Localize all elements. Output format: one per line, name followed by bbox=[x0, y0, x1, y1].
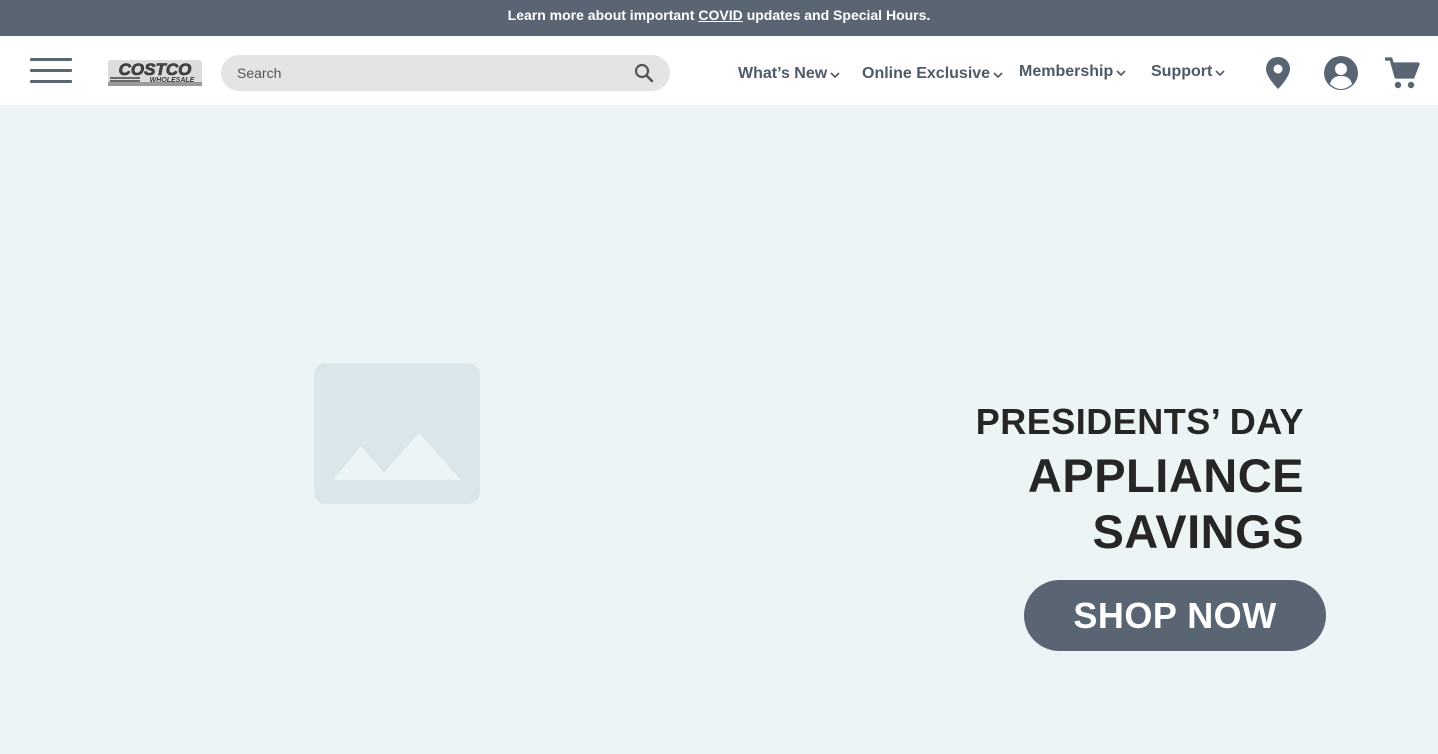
chevron-down-icon bbox=[993, 72, 1003, 79]
chevron-down-icon bbox=[1215, 70, 1225, 77]
nav-membership[interactable]: Membership bbox=[1019, 61, 1127, 83]
chevron-down-icon bbox=[1116, 70, 1126, 77]
hero-banner: PRESIDENTS’ DAY APPLIANCE SAVINGS SHOP N… bbox=[0, 105, 1438, 754]
nav-online-exclusive[interactable]: Online Exclusive bbox=[862, 63, 1004, 85]
hero-title-line-1: APPLIANCE bbox=[1027, 449, 1304, 502]
cart-icon[interactable] bbox=[1384, 56, 1420, 90]
hamburger-menu-icon[interactable] bbox=[30, 58, 72, 84]
nav-support[interactable]: Support bbox=[1151, 61, 1226, 83]
image-placeholder-icon bbox=[314, 363, 480, 504]
location-pin-icon[interactable] bbox=[1264, 56, 1292, 90]
search-input[interactable] bbox=[237, 55, 627, 91]
logo-subtext: WHOLESALE bbox=[150, 77, 195, 84]
site-header: COSTCO WHOLESALE What’s New Online Exclu… bbox=[0, 36, 1438, 105]
nav-whats-new[interactable]: What’s New bbox=[738, 63, 841, 85]
search-icon[interactable] bbox=[632, 61, 656, 85]
shop-now-button[interactable]: SHOP NOW bbox=[1024, 580, 1326, 651]
covid-link[interactable]: COVID bbox=[698, 7, 742, 23]
chevron-down-icon bbox=[830, 72, 840, 79]
nav-online-exclusive-label: Online Exclusive bbox=[862, 65, 991, 82]
hero-subtitle: PRESIDENTS’ DAY bbox=[975, 401, 1304, 442]
nav-membership-label: Membership bbox=[1019, 63, 1114, 80]
announcement-prefix: Learn more about important bbox=[507, 7, 695, 23]
search-bar bbox=[221, 55, 670, 91]
costco-logo[interactable]: COSTCO WHOLESALE bbox=[106, 56, 204, 88]
account-icon[interactable] bbox=[1323, 55, 1359, 91]
announcement-suffix: updates and Special Hours. bbox=[746, 7, 931, 23]
nav-support-label: Support bbox=[1151, 63, 1213, 80]
hero-title-line-2: SAVINGS bbox=[1092, 505, 1304, 558]
nav-whats-new-label: What’s New bbox=[738, 65, 828, 82]
announcement-bar: Learn more about important COVID updates… bbox=[0, 0, 1438, 36]
